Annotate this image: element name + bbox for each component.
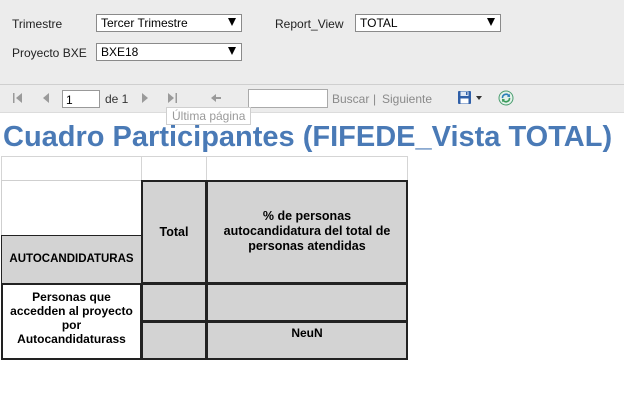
prev-page-icon[interactable] — [40, 92, 52, 104]
proyecto-value: BXE18 — [101, 45, 139, 59]
percent-value: NeuN — [291, 326, 323, 340]
percent-value-cell: NeuN — [206, 321, 408, 360]
proyecto-select[interactable]: BXE18 — [96, 43, 242, 61]
percent-header-label: % de personas autocandidatura del total … — [223, 209, 391, 253]
page-count: de 1 — [105, 92, 129, 106]
report-title: Cuadro Participantes (FIFEDE_Vista TOTAL… — [3, 121, 613, 153]
export-dropdown-icon[interactable] — [476, 96, 482, 100]
row-label: Personas que accedden al proyecto por Au… — [10, 290, 133, 346]
total-header-cell: Total — [141, 180, 207, 284]
find-next-link[interactable]: Siguiente — [382, 92, 432, 106]
total-header-label: Total — [159, 225, 189, 239]
proyecto-label: Proyecto BXE — [12, 46, 87, 60]
save-icon[interactable] — [457, 90, 472, 105]
percent-header-cell: % de personas autocandidatura del total … — [206, 180, 408, 284]
page-number-input[interactable] — [62, 90, 100, 108]
total-value-cell — [141, 321, 207, 360]
trimestre-value: Tercer Trimestre — [101, 16, 188, 30]
row-label-cell: Personas que accedden al proyecto por Au… — [1, 283, 142, 360]
find-input[interactable] — [248, 89, 328, 108]
report-toolbar: de 1 Buscar | Siguiente — [0, 85, 624, 113]
total-value-cell — [141, 283, 207, 322]
percent-value-cell — [206, 283, 408, 322]
toolbar-separator: | — [373, 92, 377, 106]
report-view-select[interactable]: TOTAL — [355, 14, 501, 32]
trimestre-select[interactable]: Tercer Trimestre — [96, 14, 242, 32]
header-spacer-cell — [1, 180, 142, 236]
report-view-value: TOTAL — [360, 16, 398, 30]
find-link[interactable]: Buscar — [332, 92, 369, 106]
refresh-icon[interactable] — [498, 90, 514, 106]
first-page-icon[interactable] — [12, 92, 24, 104]
section-header-label: AUTOCANDIDATURAS — [9, 253, 134, 265]
trimestre-label: Trimestre — [12, 17, 63, 31]
back-icon[interactable] — [210, 92, 222, 104]
chevron-down-icon — [228, 18, 236, 26]
header-empty-cell — [206, 156, 408, 181]
chevron-down-icon — [228, 47, 236, 55]
parameter-panel: Trimestre Tercer Trimestre Report_View T… — [0, 0, 624, 85]
next-page-icon[interactable] — [139, 92, 151, 104]
report-view-label: Report_View — [275, 17, 344, 31]
header-empty-cell — [1, 156, 142, 181]
chevron-down-icon — [487, 18, 495, 26]
section-header-cell: AUTOCANDIDATURAS — [1, 235, 142, 284]
header-empty-cell — [141, 156, 207, 181]
last-page-icon[interactable] — [166, 92, 178, 104]
